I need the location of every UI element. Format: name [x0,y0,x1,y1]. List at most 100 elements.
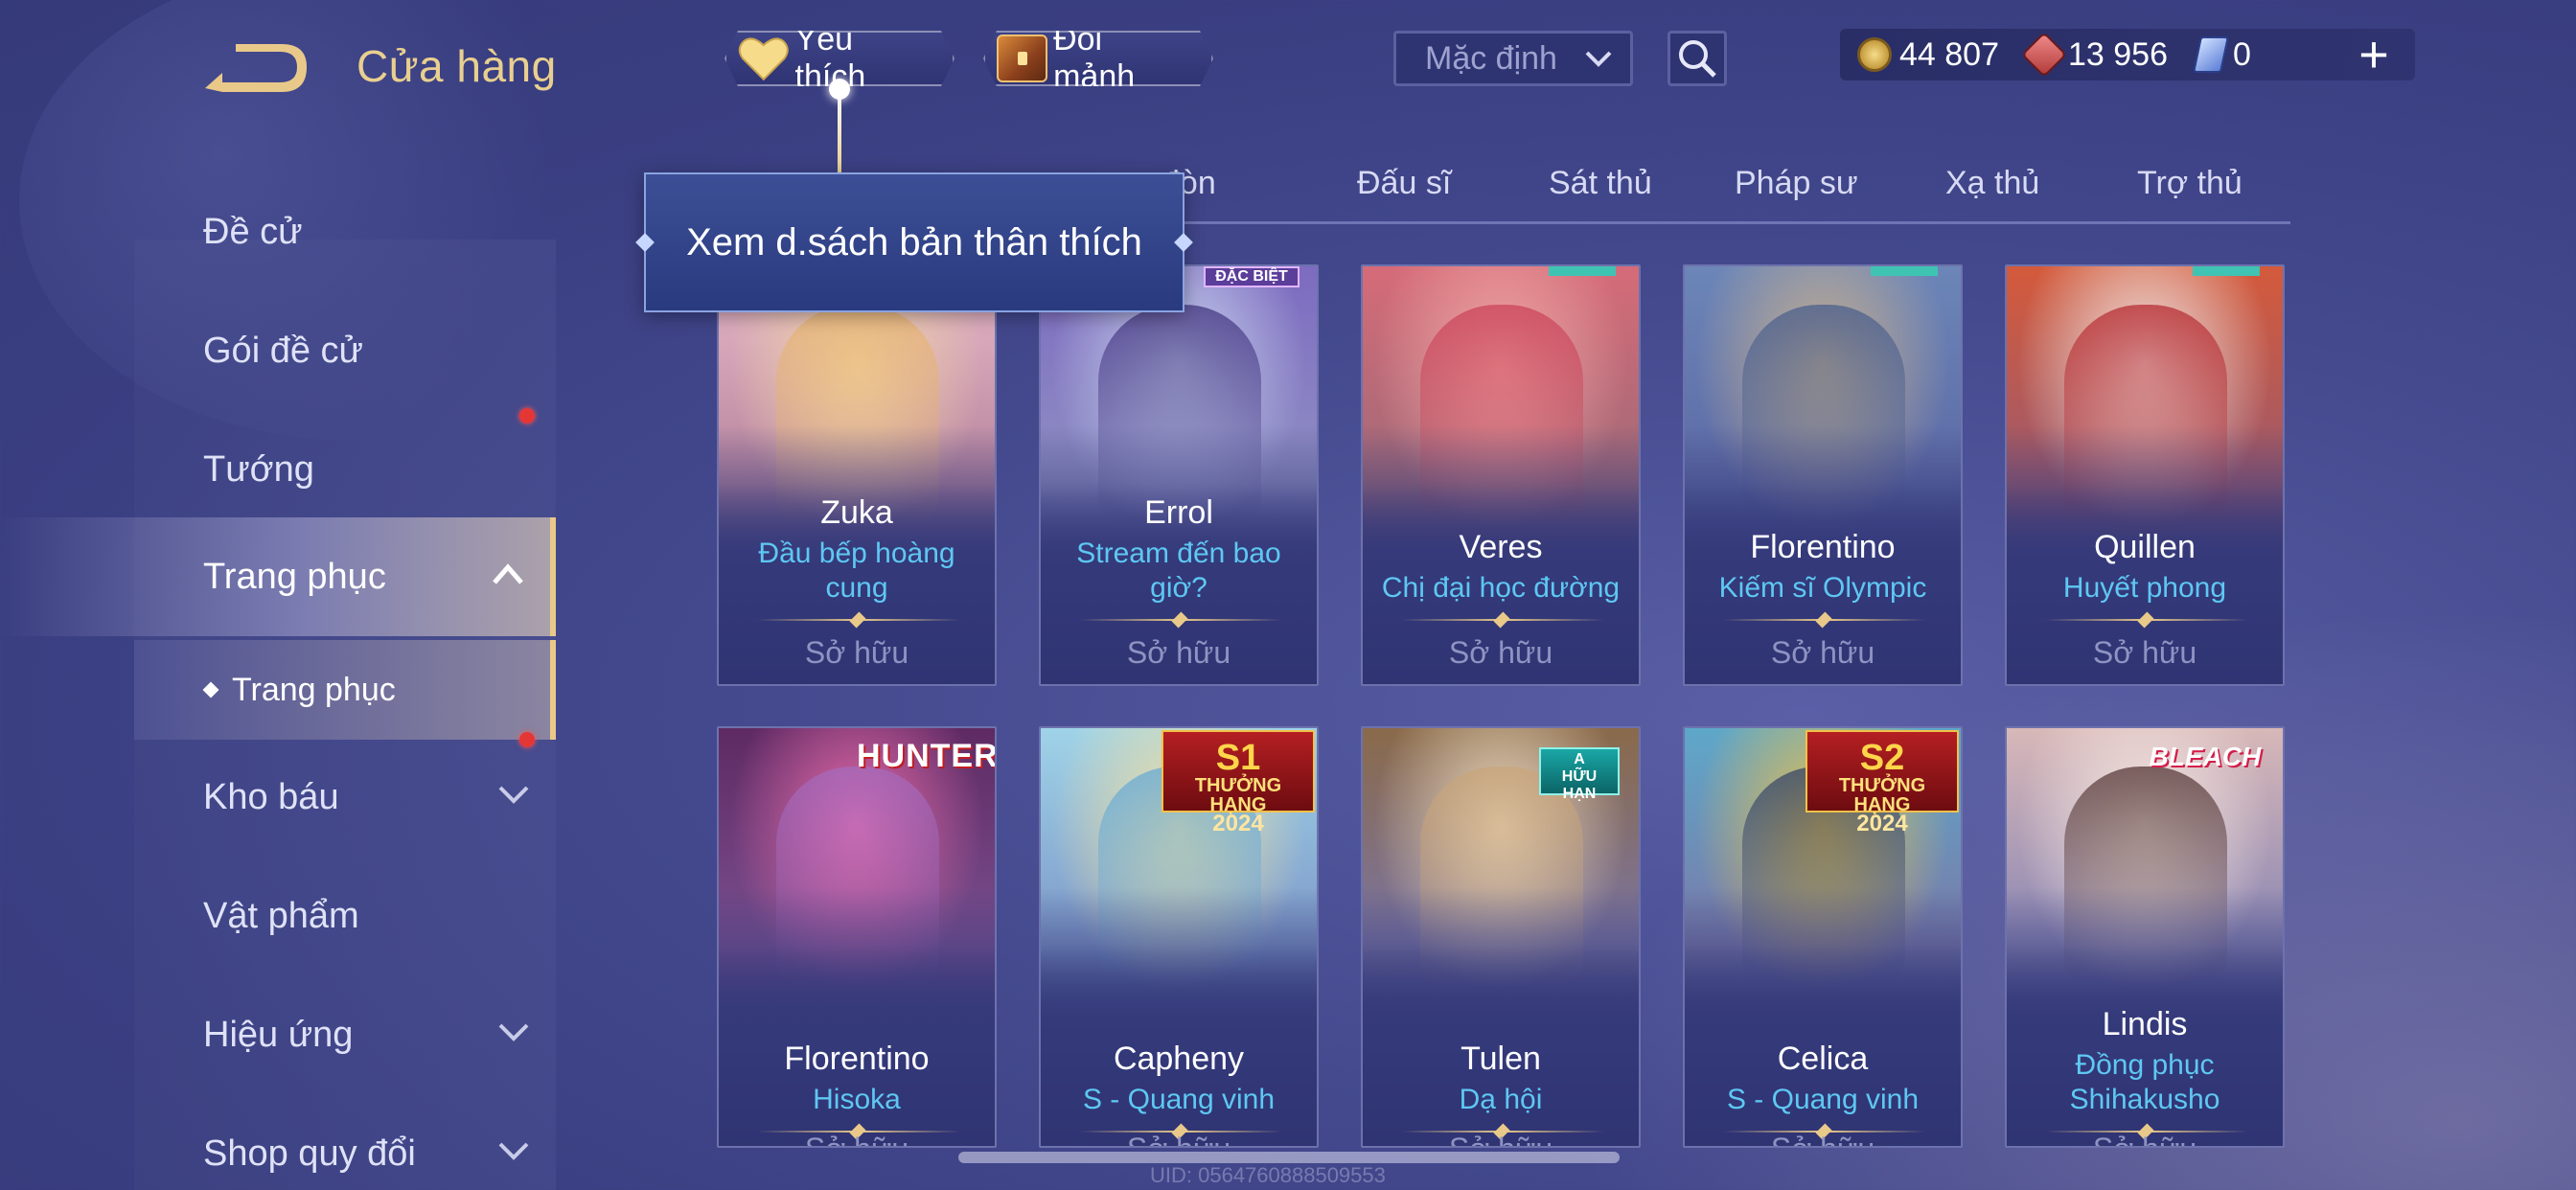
skin-card-celica[interactable]: S2 THƯỞNG HẠNG 2024 Celica S - Quang vin… [1683,726,1963,1148]
sidebar-item-heroes[interactable]: Tướng [0,410,556,529]
sidebar-item-label: Hiệu ứng [203,1014,354,1055]
sidebar-item-items[interactable]: Vật phẩm [0,857,556,975]
owned-status: Sở hữu [1126,635,1231,670]
skin-card-errol[interactable]: ĐẶC BIỆT Errol Stream đến bao giờ? Sở hữ… [1039,264,1319,686]
season-badge-title: S2 [1859,738,1905,778]
tooltip-text: Xem d.sách bản thân thích [686,220,1142,263]
tier-badge [1549,266,1616,276]
hero-name: Lindis [2102,1006,2188,1042]
hero-name: Celica [1777,1041,1869,1077]
limited-badge-label: HỮU HẠN [1561,768,1598,802]
voucher-icon [2192,36,2230,73]
favorites-tooltip: Xem d.sách bản thân thích [635,172,1193,312]
sidebar-item-label: Đề cử [203,211,303,252]
sidebar-item-treasure[interactable]: Kho báu [0,732,556,857]
tier-badge [1871,266,1938,276]
page-title: Cửa hàng [356,41,557,91]
gem-balance: 13 956 [2020,31,2168,79]
divider [757,619,960,621]
search-button[interactable] [1668,31,1727,86]
sidebar-item-effects[interactable]: Hiệu ứng [0,975,556,1094]
tab-fighter[interactable]: Đấu sĩ [1357,165,1451,202]
hero-name: Tulen [1460,1041,1541,1077]
heart-icon [738,35,790,81]
skin-card-florentino-hisoka[interactable]: HUNTER Florentino Hisoka Sở hữu [717,726,997,1148]
tooltip-anchor-dot [829,79,850,100]
red-gem-icon [2020,31,2068,79]
tab-mage[interactable]: Pháp sư [1735,165,1858,202]
owned-status: Sở hữu [2092,635,2197,670]
skin-name: Dạ hội [1459,1084,1543,1115]
user-id: UID: 0564760888509553 [1150,1163,1386,1187]
currency-bar: 44 807 13 956 0 [1840,29,2415,80]
sidebar-item-skins[interactable]: Trang phục [0,517,556,636]
sidebar-subitem-label: Trang phục [232,671,396,708]
skin-card-florentino-olympic[interactable]: Florentino Kiếm sĩ Olympic Sở hữu [1683,264,1963,686]
chevron-down-icon [498,1142,529,1160]
sidebar-item-featured-packs[interactable]: Gói đề cử [0,291,556,423]
skin-card-veres[interactable]: Veres Chị đại học đường Sở hữu [1361,264,1641,686]
season-badge-title: S1 [1215,738,1261,778]
gold-coin-icon [1857,37,1892,72]
skin-card-tulen[interactable]: A HỮU HẠN Tulen Dạ hội Sở hữu [1361,726,1641,1148]
sidebar-subitem-skins[interactable]: Trang phục [134,640,556,740]
sort-value: Mặc định [1425,39,1557,77]
collab-logo: HUNTER [857,738,997,774]
sidebar-item-label: Shop quy đổi [203,1133,416,1174]
skin-card-quillen[interactable]: Quillen Huyết phong Sở hữu [2005,264,2285,686]
sort-dropdown[interactable]: Mặc định [1393,31,1633,86]
tier-badge [2193,266,2260,276]
skin-card-zuka[interactable]: Zuka Đầu bếp hoàng cung Sở hữu [717,264,997,686]
season-badge: S1 THƯỞNG HẠNG 2024 [1162,730,1315,835]
special-badge: ĐẶC BIỆT [1204,266,1300,287]
skin-name: S - Quang vinh [1082,1084,1276,1115]
sidebar-item-exchange-shop[interactable]: Shop quy đổi [0,1094,556,1190]
limited-badge-tier: A [1574,751,1585,767]
hero-name: Zuka [820,494,893,531]
tab-marksman[interactable]: Xạ thủ [1945,165,2039,202]
skin-card-lindis[interactable]: BLEACH Lindis Đồng phục Shihakusho Sở hữ… [2005,726,2285,1148]
tab-assassin[interactable]: Sát thủ [1549,165,1652,202]
chevron-up-icon [493,563,523,584]
chevron-down-icon [498,786,529,804]
owned-status: Sở hữu [1448,635,1553,670]
voucher-balance: 0 [2192,35,2251,74]
divider [2045,619,2248,621]
skin-name: Đầu bếp hoàng cung [758,538,955,604]
skin-name: Stream đến bao giờ? [1076,538,1281,604]
sidebar-item-label: Trang phục [203,556,386,597]
skin-name: Đồng phục Shihakusho [2069,1049,2220,1115]
owned-status: Sở hữu [1770,635,1875,670]
top-up-button[interactable]: + [2350,29,2398,80]
sidebar-item-featured[interactable]: Đề cử [0,172,556,291]
back-button[interactable] [201,40,309,94]
skin-name: Hisoka [813,1084,901,1115]
plus-icon: + [2358,26,2389,83]
voucher-value: 0 [2233,35,2251,73]
hero-name: Florentino [1750,529,1896,565]
owned-status: Sở hữu [719,1132,995,1146]
limited-badge: A HỮU HẠN [1539,747,1620,802]
season-badge-subtitle: THƯỞNG HẠNG [1838,775,1926,815]
shard-exchange-button[interactable]: Đổi mảnh [983,31,1213,86]
hero-name: Quillen [2094,529,2196,565]
scrollbar[interactable] [958,1152,1620,1163]
owned-status: Sở hữu [1685,1132,1961,1146]
divider [1401,619,1604,621]
gem-value: 13 956 [2068,35,2168,73]
hero-name: Capheny [1113,1041,1245,1077]
skin-name: Kiếm sĩ Olympic [1718,572,1927,604]
season-badge-year: 2024 [1856,811,1908,836]
back-arrow-icon [205,44,307,92]
skin-name: Chị đại học đường [1381,572,1621,604]
skin-card-capheny[interactable]: S1 THƯỞNG HẠNG 2024 Capheny S - Quang vi… [1039,726,1319,1148]
hero-name: Errol [1144,494,1213,531]
chevron-down-icon [498,1023,529,1041]
collab-logo: BLEACH [2149,742,2262,771]
owned-status: Sở hữu [1363,1132,1639,1146]
shard-exchange-label: Đổi mảnh [1053,21,1136,95]
tab-support[interactable]: Trợ thủ [2137,165,2242,202]
search-icon [1679,40,1716,78]
notification-dot [519,732,535,747]
chest-icon [997,34,1047,82]
